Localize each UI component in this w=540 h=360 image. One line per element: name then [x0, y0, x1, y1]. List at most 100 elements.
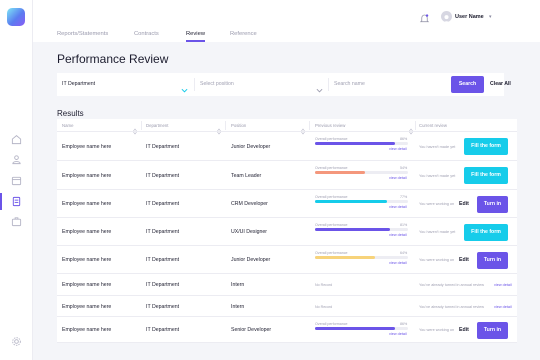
avatar[interactable]: [441, 11, 452, 22]
column-header-name[interactable]: Name: [62, 123, 73, 128]
current-review-status: You were working on: [419, 328, 455, 332]
department-cell: IT Department: [146, 327, 180, 333]
edit-button[interactable]: Edit: [459, 327, 469, 333]
search-button[interactable]: Search: [451, 76, 484, 93]
tab-contracts[interactable]: Contracts: [134, 31, 159, 37]
view-detail-link[interactable]: view detail: [389, 176, 407, 180]
employee-name: Employee name here: [62, 201, 112, 207]
fill-the-form-button[interactable]: Fill the form: [464, 223, 508, 241]
turn-in-button[interactable]: Turn in: [477, 195, 508, 213]
tab-review[interactable]: Review: [186, 31, 206, 42]
current-review-status: You've already turned in annual review: [419, 304, 484, 309]
fill-the-form-button[interactable]: Fill the form: [464, 167, 508, 184]
sort-icon[interactable]: [301, 122, 305, 135]
column-header-position[interactable]: Position: [231, 123, 246, 128]
fill-the-form-button[interactable]: Fill the form: [464, 138, 508, 155]
department-select-value[interactable]: IT Department: [62, 73, 95, 96]
tab-reference[interactable]: Reference: [230, 31, 257, 37]
chevron-down-icon[interactable]: [316, 81, 323, 93]
previous-review-label: Overall performance: [315, 223, 348, 227]
position-cell: Intern: [231, 303, 245, 310]
position-cell: Junior Developer: [231, 143, 271, 150]
column-header-previous-review[interactable]: Previous review: [315, 123, 345, 128]
bell-icon[interactable]: [419, 11, 430, 23]
employee-name: Employee name here: [62, 229, 112, 235]
view-detail-link[interactable]: view detail: [494, 283, 512, 287]
divider: [225, 121, 226, 130]
previous-review-label: No Record: [315, 283, 333, 287]
performance-bar: [315, 228, 408, 231]
filter-bar: IT Department Select position Search nam…: [57, 73, 504, 96]
column-header-department[interactable]: Department: [146, 123, 168, 128]
settings-icon[interactable]: [11, 336, 22, 347]
sort-icon[interactable]: [133, 122, 137, 135]
user-name[interactable]: User Name: [455, 14, 484, 20]
previous-review-label: Overall performance: [315, 137, 348, 141]
performance-bar-fill: [315, 228, 391, 231]
briefcase-icon[interactable]: [11, 216, 22, 227]
view-detail-link[interactable]: view detail: [494, 305, 512, 309]
performance-bar: [315, 256, 408, 259]
view-detail-link[interactable]: view detail: [389, 147, 407, 151]
turn-in-button[interactable]: Turn in: [477, 251, 508, 269]
view-detail-link[interactable]: view detail: [389, 332, 407, 336]
calendar-icon[interactable]: [11, 175, 22, 186]
performance-bar: [315, 142, 408, 145]
performance-bar: [315, 327, 408, 330]
current-review-status: You haven't made yet: [419, 230, 456, 234]
previous-review-label: Overall performance: [315, 166, 348, 170]
current-review-status: You were working on: [419, 258, 455, 262]
current-review-status: You've already turned in annual review: [419, 283, 484, 287]
previous-review-percent: 86%: [400, 322, 408, 326]
department-cell: IT Department: [146, 229, 180, 235]
performance-bar-fill: [315, 142, 395, 145]
previous-review-label: No Record: [315, 304, 333, 309]
department-cell: IT Department: [146, 282, 180, 288]
view-detail-link[interactable]: view detail: [389, 205, 407, 209]
position-cell: UX/UI Designer: [231, 229, 268, 235]
sort-icon[interactable]: [217, 122, 221, 135]
department-cell: IT Department: [146, 303, 180, 310]
edit-button[interactable]: Edit: [459, 201, 469, 207]
view-detail-link[interactable]: view detail: [389, 233, 407, 237]
department-cell: IT Department: [146, 257, 180, 263]
view-detail-link[interactable]: view detail: [389, 261, 407, 265]
search-input[interactable]: Search name: [334, 73, 365, 96]
turn-in-button[interactable]: Turn in: [477, 321, 508, 339]
previous-review-percent: 86%: [400, 137, 408, 141]
previous-review-label: Overall performance: [315, 251, 348, 255]
sidebar: [0, 0, 33, 360]
document-icon[interactable]: [0, 193, 22, 210]
employee-name: Employee name here: [62, 327, 112, 333]
column-header-current-review[interactable]: Current review: [419, 123, 447, 128]
previous-review-percent: 64%: [400, 251, 408, 255]
employee-name: Employee name here: [62, 257, 112, 263]
tab-reports-statements[interactable]: Reports/Statements: [57, 31, 108, 37]
previous-review-percent: 54%: [400, 166, 408, 170]
position-cell: Team Leader: [231, 172, 262, 179]
sort-icon[interactable]: [409, 122, 413, 135]
previous-review-label: Overall performance: [315, 322, 348, 326]
divider: [194, 78, 195, 91]
previous-review-percent: 77%: [400, 195, 408, 199]
employee-name: Employee name here: [62, 143, 112, 150]
performance-bar: [315, 171, 408, 174]
users-icon[interactable]: [11, 154, 22, 165]
results-table: Name Department Position Previous review…: [57, 119, 517, 343]
department-cell: IT Department: [146, 172, 180, 179]
chevron-down-icon[interactable]: [181, 81, 188, 93]
clear-all-button[interactable]: Clear All: [490, 81, 511, 87]
position-cell: Senior Developer: [231, 327, 272, 333]
page-title: Performance Review: [57, 52, 169, 66]
table-header: Name Department Position Previous review…: [57, 119, 517, 135]
edit-button[interactable]: Edit: [459, 257, 469, 263]
performance-bar-fill: [315, 327, 395, 330]
position-select[interactable]: Select position: [200, 73, 234, 96]
position-cell: Intern: [231, 282, 245, 288]
home-icon[interactable]: [11, 134, 22, 145]
app-logo[interactable]: [7, 8, 25, 26]
performance-bar: [315, 200, 408, 203]
employee-name: Employee name here: [62, 172, 112, 179]
performance-bar-fill: [315, 200, 387, 203]
chevron-down-icon[interactable]: ▾: [489, 14, 492, 20]
